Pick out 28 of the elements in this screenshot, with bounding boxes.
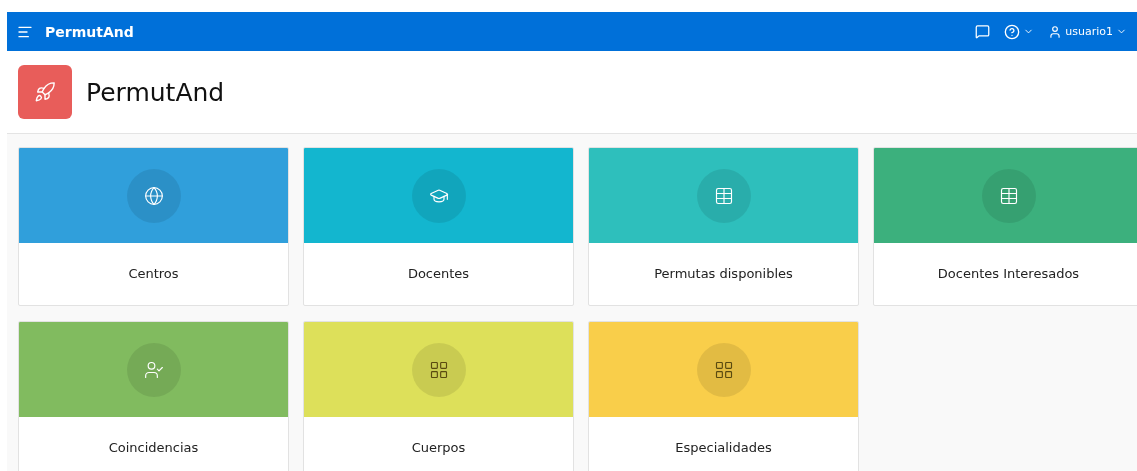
user-check-icon	[143, 359, 164, 380]
tile-card[interactable]: Cuerpos	[303, 321, 574, 471]
grid-icon	[713, 359, 734, 380]
help-icon	[1004, 23, 1021, 40]
tile-label: Permutas disponibles	[653, 264, 794, 283]
tile-card[interactable]: Docentes Interesados	[873, 147, 1137, 306]
tile-label: Coincidencias	[107, 438, 200, 457]
tile-card[interactable]: Docentes	[303, 147, 574, 306]
user-icon	[1048, 24, 1063, 39]
app-logo	[18, 65, 72, 119]
help-button[interactable]	[1004, 23, 1035, 40]
table-icon	[998, 185, 1019, 206]
feedback-button[interactable]	[975, 24, 991, 39]
tile-card[interactable]: Coincidencias	[18, 321, 289, 471]
page-title: PermutAnd	[86, 77, 225, 107]
table-icon	[713, 185, 734, 206]
tile-card[interactable]: Centros	[18, 147, 289, 306]
grid-icon	[428, 359, 449, 380]
tile-label: Cuerpos	[410, 438, 467, 457]
globe-icon	[143, 185, 164, 206]
user-menu-button[interactable]: usuario1	[1048, 24, 1127, 39]
tile-label: Especialidades	[674, 438, 773, 457]
tile-card[interactable]: Especialidades	[588, 321, 859, 471]
tile-label: Docentes	[406, 264, 471, 283]
tile-card[interactable]: Permutas disponibles	[588, 147, 859, 306]
tile-label: Centros	[127, 264, 180, 283]
tile-label: Docentes Interesados	[936, 264, 1081, 283]
app-name: PermutAnd	[45, 23, 134, 40]
